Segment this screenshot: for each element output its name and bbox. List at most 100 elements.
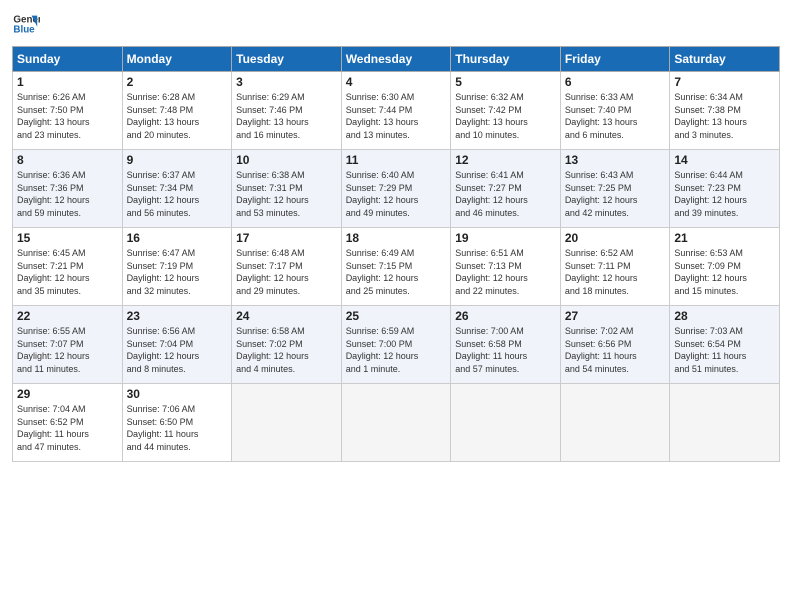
day-number: 22 <box>17 309 118 323</box>
calendar-cell: 20 Sunrise: 6:52 AM Sunset: 7:11 PM Dayli… <box>560 228 670 306</box>
calendar-cell: 26 Sunrise: 7:00 AM Sunset: 6:58 PM Dayli… <box>451 306 561 384</box>
day-info: Sunrise: 6:45 AM Sunset: 7:21 PM Dayligh… <box>17 247 118 297</box>
day-info: Sunrise: 6:28 AM Sunset: 7:48 PM Dayligh… <box>127 91 228 141</box>
day-info: Sunrise: 6:47 AM Sunset: 7:19 PM Dayligh… <box>127 247 228 297</box>
calendar-week-2: 8 Sunrise: 6:36 AM Sunset: 7:36 PM Daylig… <box>13 150 780 228</box>
calendar-cell: 28 Sunrise: 7:03 AM Sunset: 6:54 PM Dayli… <box>670 306 780 384</box>
calendar-table: SundayMondayTuesdayWednesdayThursdayFrid… <box>12 46 780 462</box>
day-info: Sunrise: 6:51 AM Sunset: 7:13 PM Dayligh… <box>455 247 556 297</box>
day-number: 25 <box>346 309 447 323</box>
calendar-cell: 9 Sunrise: 6:37 AM Sunset: 7:34 PM Daylig… <box>122 150 232 228</box>
day-info: Sunrise: 6:56 AM Sunset: 7:04 PM Dayligh… <box>127 325 228 375</box>
calendar-cell: 6 Sunrise: 6:33 AM Sunset: 7:40 PM Daylig… <box>560 72 670 150</box>
weekday-header-sunday: Sunday <box>13 47 123 72</box>
day-info: Sunrise: 6:33 AM Sunset: 7:40 PM Dayligh… <box>565 91 666 141</box>
day-number: 30 <box>127 387 228 401</box>
day-info: Sunrise: 6:36 AM Sunset: 7:36 PM Dayligh… <box>17 169 118 219</box>
calendar-cell: 17Sunrise: 6:48 AM Sunset: 7:17 PM Dayli… <box>232 228 342 306</box>
day-info: Sunrise: 6:37 AM Sunset: 7:34 PM Dayligh… <box>127 169 228 219</box>
calendar-cell <box>341 384 451 462</box>
weekday-header-monday: Monday <box>122 47 232 72</box>
calendar-cell: 13Sunrise: 6:43 AM Sunset: 7:25 PM Dayli… <box>560 150 670 228</box>
calendar-cell: 22 Sunrise: 6:55 AM Sunset: 7:07 PM Dayli… <box>13 306 123 384</box>
calendar-cell: 5 Sunrise: 6:32 AM Sunset: 7:42 PM Daylig… <box>451 72 561 150</box>
day-info: Sunrise: 6:59 AM Sunset: 7:00 PM Dayligh… <box>346 325 447 375</box>
calendar-cell: 4 Sunrise: 6:30 AM Sunset: 7:44 PM Daylig… <box>341 72 451 150</box>
calendar-body: 1 Sunrise: 6:26 AM Sunset: 7:50 PM Daylig… <box>13 72 780 462</box>
day-number: 3 <box>236 75 337 89</box>
day-number: 21 <box>674 231 775 245</box>
calendar-cell: 19 Sunrise: 6:51 AM Sunset: 7:13 PM Dayli… <box>451 228 561 306</box>
day-info: Sunrise: 6:49 AM Sunset: 7:15 PM Dayligh… <box>346 247 447 297</box>
calendar-cell: 25 Sunrise: 6:59 AM Sunset: 7:00 PM Dayli… <box>341 306 451 384</box>
day-info: Sunrise: 6:43 AM Sunset: 7:25 PM Dayligh… <box>565 169 666 219</box>
day-number: 20 <box>565 231 666 245</box>
day-info: Sunrise: 6:52 AM Sunset: 7:11 PM Dayligh… <box>565 247 666 297</box>
day-number: 1 <box>17 75 118 89</box>
day-info: Sunrise: 7:03 AM Sunset: 6:54 PM Dayligh… <box>674 325 775 375</box>
day-number: 11 <box>346 153 447 167</box>
day-number: 24 <box>236 309 337 323</box>
day-number: 19 <box>455 231 556 245</box>
day-number: 9 <box>127 153 228 167</box>
day-info: Sunrise: 7:02 AM Sunset: 6:56 PM Dayligh… <box>565 325 666 375</box>
day-info: Sunrise: 6:26 AM Sunset: 7:50 PM Dayligh… <box>17 91 118 141</box>
day-number: 23 <box>127 309 228 323</box>
calendar-cell: 23 Sunrise: 6:56 AM Sunset: 7:04 PM Dayli… <box>122 306 232 384</box>
page-container: General Blue SundayMondayTuesdayWednesda… <box>0 0 792 470</box>
weekday-header-tuesday: Tuesday <box>232 47 342 72</box>
logo-icon: General Blue <box>12 10 40 38</box>
svg-text:Blue: Blue <box>13 24 35 35</box>
page-header: General Blue <box>12 10 780 38</box>
day-number: 2 <box>127 75 228 89</box>
calendar-cell: 12Sunrise: 6:41 AM Sunset: 7:27 PM Dayli… <box>451 150 561 228</box>
calendar-cell: 24 Sunrise: 6:58 AM Sunset: 7:02 PM Dayli… <box>232 306 342 384</box>
day-number: 10 <box>236 153 337 167</box>
day-info: Sunrise: 7:00 AM Sunset: 6:58 PM Dayligh… <box>455 325 556 375</box>
day-info: Sunrise: 6:53 AM Sunset: 7:09 PM Dayligh… <box>674 247 775 297</box>
day-number: 26 <box>455 309 556 323</box>
calendar-week-3: 15 Sunrise: 6:45 AM Sunset: 7:21 PM Dayli… <box>13 228 780 306</box>
day-number: 16 <box>127 231 228 245</box>
calendar-cell: 1 Sunrise: 6:26 AM Sunset: 7:50 PM Daylig… <box>13 72 123 150</box>
calendar-cell: 3Sunrise: 6:29 AM Sunset: 7:46 PM Daylig… <box>232 72 342 150</box>
day-number: 29 <box>17 387 118 401</box>
day-info: Sunrise: 6:44 AM Sunset: 7:23 PM Dayligh… <box>674 169 775 219</box>
day-info: Sunrise: 6:55 AM Sunset: 7:07 PM Dayligh… <box>17 325 118 375</box>
day-number: 5 <box>455 75 556 89</box>
calendar-cell <box>670 384 780 462</box>
weekday-header-thursday: Thursday <box>451 47 561 72</box>
calendar-cell <box>232 384 342 462</box>
day-info: Sunrise: 6:38 AM Sunset: 7:31 PM Dayligh… <box>236 169 337 219</box>
day-number: 28 <box>674 309 775 323</box>
day-number: 18 <box>346 231 447 245</box>
weekday-header-saturday: Saturday <box>670 47 780 72</box>
calendar-week-1: 1 Sunrise: 6:26 AM Sunset: 7:50 PM Daylig… <box>13 72 780 150</box>
day-info: Sunrise: 6:41 AM Sunset: 7:27 PM Dayligh… <box>455 169 556 219</box>
day-info: Sunrise: 6:58 AM Sunset: 7:02 PM Dayligh… <box>236 325 337 375</box>
day-number: 15 <box>17 231 118 245</box>
day-number: 7 <box>674 75 775 89</box>
calendar-cell: 30Sunrise: 7:06 AM Sunset: 6:50 PM Dayli… <box>122 384 232 462</box>
day-info: Sunrise: 6:40 AM Sunset: 7:29 PM Dayligh… <box>346 169 447 219</box>
weekday-header-wednesday: Wednesday <box>341 47 451 72</box>
calendar-cell: 18 Sunrise: 6:49 AM Sunset: 7:15 PM Dayli… <box>341 228 451 306</box>
day-number: 8 <box>17 153 118 167</box>
day-number: 4 <box>346 75 447 89</box>
calendar-cell: 11 Sunrise: 6:40 AM Sunset: 7:29 PM Dayli… <box>341 150 451 228</box>
day-number: 14 <box>674 153 775 167</box>
calendar-cell: 16 Sunrise: 6:47 AM Sunset: 7:19 PM Dayli… <box>122 228 232 306</box>
calendar-cell: 15 Sunrise: 6:45 AM Sunset: 7:21 PM Dayli… <box>13 228 123 306</box>
calendar-cell: 21 Sunrise: 6:53 AM Sunset: 7:09 PM Dayli… <box>670 228 780 306</box>
weekday-header-row: SundayMondayTuesdayWednesdayThursdayFrid… <box>13 47 780 72</box>
day-info: Sunrise: 7:04 AM Sunset: 6:52 PM Dayligh… <box>17 403 118 453</box>
calendar-cell: 10 Sunrise: 6:38 AM Sunset: 7:31 PM Dayli… <box>232 150 342 228</box>
day-number: 27 <box>565 309 666 323</box>
day-number: 17 <box>236 231 337 245</box>
logo: General Blue <box>12 10 40 38</box>
calendar-week-4: 22 Sunrise: 6:55 AM Sunset: 7:07 PM Dayli… <box>13 306 780 384</box>
day-info: Sunrise: 6:30 AM Sunset: 7:44 PM Dayligh… <box>346 91 447 141</box>
day-info: Sunrise: 6:32 AM Sunset: 7:42 PM Dayligh… <box>455 91 556 141</box>
day-number: 6 <box>565 75 666 89</box>
weekday-header-friday: Friday <box>560 47 670 72</box>
